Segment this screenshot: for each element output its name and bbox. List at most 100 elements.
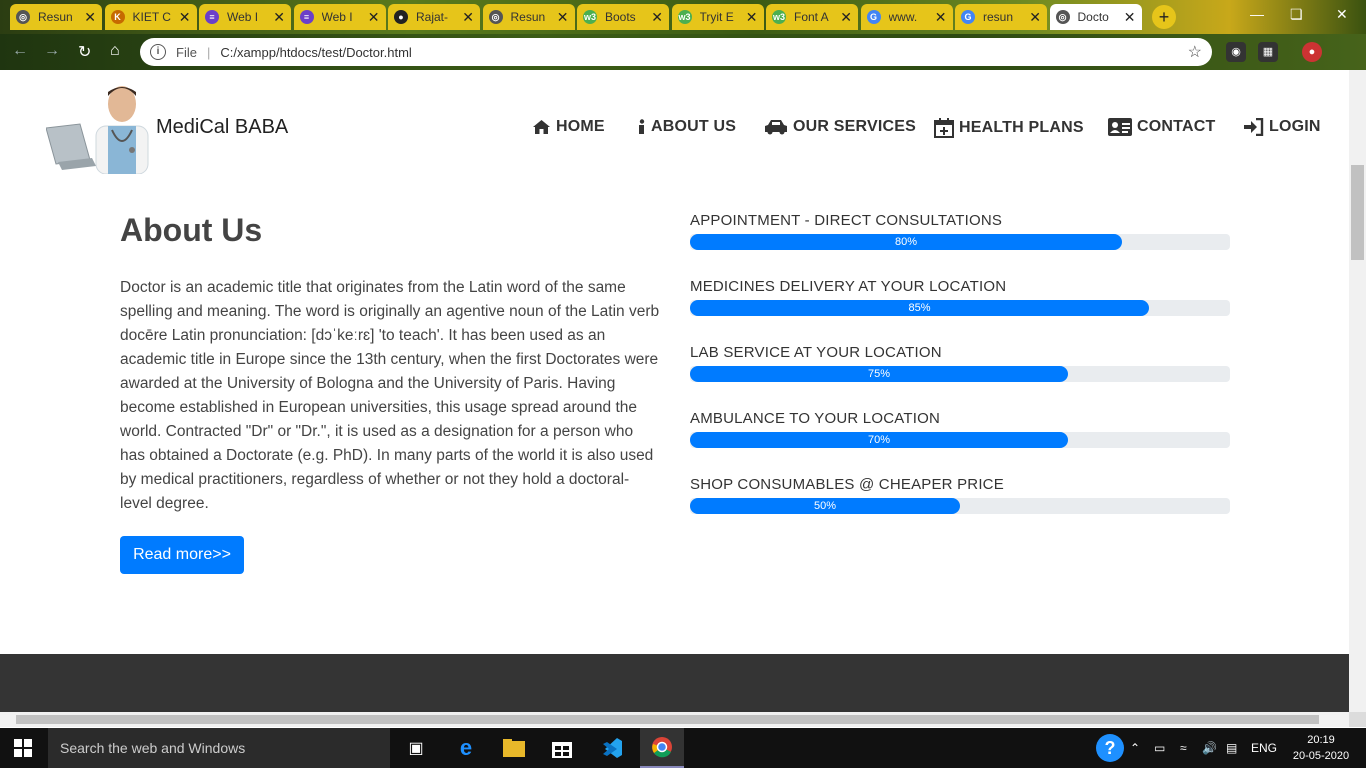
help-icon[interactable]: ? [1096, 734, 1124, 762]
close-window-icon[interactable]: ✕ [1336, 6, 1348, 23]
brand-name[interactable]: MediCal BABA [156, 116, 288, 139]
nav-link-home[interactable]: HOME [532, 118, 605, 136]
bookmark-star-icon[interactable]: ☆ [1188, 42, 1202, 62]
read-more-button[interactable]: Read more>> [120, 536, 244, 574]
browser-tab[interactable]: ◎ Docto ✕ [1049, 4, 1142, 30]
file-explorer-icon[interactable] [502, 736, 526, 760]
back-icon[interactable]: ← [12, 42, 28, 60]
browser-tab[interactable]: ◎ Resun ✕ [10, 4, 102, 30]
nav-link-login[interactable]: LOGIN [1244, 118, 1321, 136]
extension-icon[interactable]: ▦ [1258, 42, 1278, 62]
w3-icon: w3 [677, 10, 692, 24]
tab-label: Tryit E [699, 10, 734, 24]
tab-close-icon[interactable]: ✕ [1029, 9, 1041, 26]
home-browser-icon[interactable]: ⌂ [110, 42, 120, 60]
address-scheme: File [176, 44, 197, 60]
home-icon [532, 119, 551, 135]
tab-close-icon[interactable]: ✕ [746, 9, 758, 26]
browser-tab[interactable]: Gwww. ✕ [860, 4, 953, 30]
progress-track: 70% [690, 432, 1230, 448]
wifi-icon[interactable]: ≈ [1180, 728, 1187, 768]
nav-link-about-us[interactable]: ABOUT US [638, 118, 736, 136]
service-label: MEDICINES DELIVERY AT YOUR LOCATION [690, 278, 1007, 295]
store-icon[interactable] [550, 736, 574, 760]
service-progress: MEDICINES DELIVERY AT YOUR LOCATION 85% [690, 278, 1230, 316]
service-label: AMBULANCE TO YOUR LOCATION [690, 410, 940, 427]
tab-label: Resun [510, 10, 546, 24]
tab-close-icon[interactable]: ✕ [935, 9, 947, 26]
info-icon[interactable]: i [150, 44, 166, 60]
vertical-scroll-thumb[interactable] [1351, 165, 1364, 260]
tab-close-icon[interactable]: ✕ [273, 9, 285, 26]
service-progress: LAB SERVICE AT YOUR LOCATION 75% [690, 344, 1230, 382]
form-icon: ≡ [299, 10, 314, 24]
tab-close-icon[interactable]: ✕ [1124, 9, 1136, 26]
edge-icon[interactable]: e [454, 735, 478, 760]
tab-close-icon[interactable]: ✕ [84, 9, 96, 26]
clock-date: 20-05-2020 [1292, 750, 1350, 762]
vscode-icon[interactable] [600, 736, 624, 760]
new-tab-button[interactable]: + [1152, 5, 1176, 29]
progress-fill: 80% [690, 234, 1122, 250]
tab-close-icon[interactable]: ✕ [557, 9, 569, 26]
tab-close-icon[interactable]: ✕ [179, 9, 191, 26]
browser-tab[interactable]: Gresun ✕ [955, 4, 1047, 30]
volume-icon[interactable]: 🔊 [1202, 728, 1217, 768]
footer-band [0, 654, 1349, 712]
task-view-icon[interactable]: ▣ [404, 736, 428, 760]
tab-label: resun [983, 10, 1014, 24]
w3-icon: w3 [583, 10, 597, 24]
progress-track: 85% [690, 300, 1230, 316]
browser-tab[interactable]: w3 Tryit E ✕ [671, 4, 764, 30]
tab-label: KIET C [132, 10, 171, 24]
page-viewport: MediCal BABA About Us Doctor is an acade… [0, 70, 1349, 712]
restore-icon[interactable]: ❏ [1290, 6, 1303, 23]
car-icon [764, 119, 788, 135]
tab-close-icon[interactable]: ✕ [462, 9, 474, 26]
tab-strip: ◎ Resun ✕ K KIET C ✕ ≡ Web I ✕ ≡ Web I ✕ ● Rajat- ✕ ◎ Re… [0, 0, 1366, 34]
nav-link-health-plans[interactable]: HEALTH PLANS [934, 118, 1084, 138]
chrome-taskbar-icon[interactable] [640, 728, 684, 768]
browser-tab[interactable]: ≡ Web I ✕ [199, 4, 291, 30]
vertical-scrollbar[interactable] [1349, 70, 1366, 712]
nav-link-label: ABOUT US [651, 118, 737, 135]
reload-icon[interactable]: ↻ [78, 42, 91, 62]
camera-extension-icon[interactable]: ◉ [1226, 42, 1246, 62]
windows-start-icon[interactable] [14, 739, 32, 757]
profile-avatar[interactable]: ● [1302, 42, 1322, 62]
tab-close-icon[interactable]: ✕ [651, 9, 663, 26]
address-bar[interactable]: i File | C:/xampp/htdocs/test/Doctor.htm… [140, 38, 1212, 66]
tab-close-icon[interactable]: ✕ [368, 9, 380, 26]
taskbar-search[interactable]: Search the web and Windows [48, 728, 390, 768]
nav-link-label: OUR SERVICES [793, 118, 917, 135]
horizontal-scrollbar[interactable] [0, 712, 1349, 727]
browser-tab[interactable]: ◎ Resun ✕ [482, 4, 575, 30]
forward-icon[interactable]: → [44, 42, 60, 60]
browser-tab[interactable]: w3 Font A ✕ [766, 4, 858, 30]
action-center-icon[interactable]: ▤ [1226, 728, 1237, 768]
horizontal-scroll-thumb[interactable] [16, 715, 1319, 724]
battery-icon[interactable]: ▭ [1154, 728, 1165, 768]
service-label: LAB SERVICE AT YOUR LOCATION [690, 344, 942, 361]
nav-link-our-services[interactable]: OUR SERVICES [764, 118, 916, 136]
browser-tab[interactable]: w3 Boots ✕ [577, 4, 669, 30]
globe-icon: ◎ [1055, 10, 1070, 24]
service-label: APPOINTMENT - DIRECT CONSULTATIONS [690, 212, 1003, 229]
nav-link-contact[interactable]: CONTACT [1108, 118, 1215, 136]
service-progress: AMBULANCE TO YOUR LOCATION 70% [690, 410, 1230, 448]
github-icon: ● [394, 10, 408, 24]
scrollbar-corner [1349, 712, 1366, 727]
language-indicator[interactable]: ENG [1251, 728, 1277, 768]
browser-tab[interactable]: ≡ Web I ✕ [293, 4, 386, 30]
nav-link-label: CONTACT [1137, 118, 1216, 135]
browser-tab[interactable]: K KIET C ✕ [104, 4, 197, 30]
google-icon: G [866, 10, 881, 24]
browser-tab[interactable]: ● Rajat- ✕ [388, 4, 480, 30]
tray-chevron-icon[interactable]: ⌃ [1130, 728, 1140, 768]
nav-link-label: HEALTH PLANS [959, 119, 1084, 136]
tab-close-icon[interactable]: ✕ [840, 9, 852, 26]
progress-fill: 50% [690, 498, 960, 514]
globe-icon: ◎ [16, 10, 30, 24]
minimize-icon[interactable]: — [1250, 6, 1264, 22]
taskbar-clock[interactable]: 20:19 20-05-2020 [1288, 732, 1354, 764]
